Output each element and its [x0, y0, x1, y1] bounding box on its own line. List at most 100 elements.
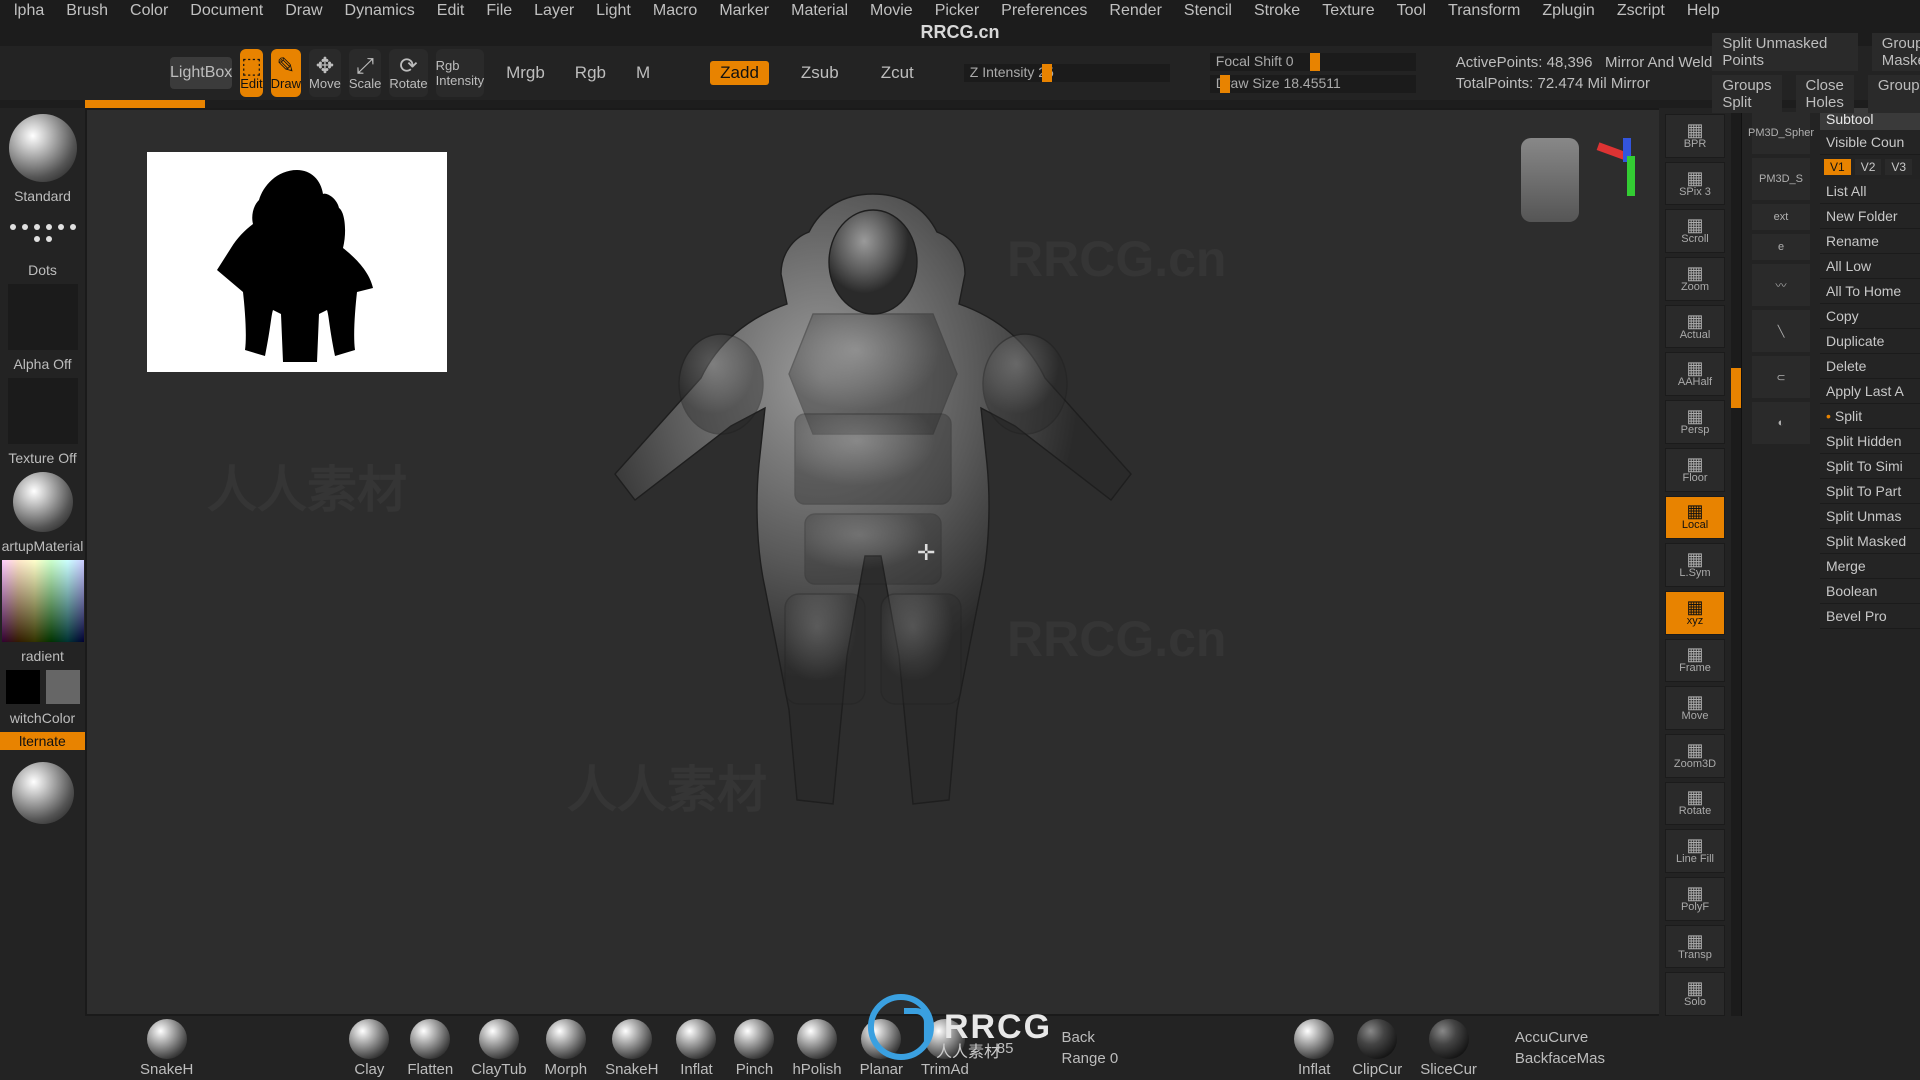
- nav-move[interactable]: ▦Move: [1665, 686, 1725, 730]
- menu-preferences[interactable]: Preferences: [1001, 2, 1087, 20]
- menu-tool[interactable]: Tool: [1397, 2, 1426, 20]
- tool-thumb-1[interactable]: PM3D_Spher: [1752, 112, 1810, 154]
- mirror-and-weld[interactable]: Mirror And Weld: [1605, 54, 1712, 71]
- menu-picker[interactable]: Picker: [935, 2, 979, 20]
- nav-solo[interactable]: ▦Solo: [1665, 972, 1725, 1016]
- menu-light[interactable]: Light: [596, 2, 631, 20]
- panel-apply-last-a[interactable]: Apply Last A: [1820, 379, 1920, 404]
- brush-pinch[interactable]: Pinch: [734, 1019, 774, 1078]
- tool-curve-1[interactable]: 〰: [1752, 264, 1810, 306]
- edit-mode-button[interactable]: ⬚Edit: [240, 49, 262, 97]
- mirror[interactable]: Mirror: [1611, 75, 1650, 92]
- zcut-button[interactable]: Zcut: [871, 61, 924, 85]
- panel-split-to-part[interactable]: Split To Part: [1820, 479, 1920, 504]
- menu-color[interactable]: Color: [130, 2, 168, 20]
- nav-floor[interactable]: ▦Floor: [1665, 448, 1725, 492]
- panel-copy[interactable]: Copy: [1820, 304, 1920, 329]
- panel-boolean[interactable]: Boolean: [1820, 579, 1920, 604]
- group-visible-button[interactable]: GroupVisible: [1868, 75, 1920, 113]
- close-holes-button[interactable]: Close Holes: [1796, 75, 1854, 113]
- menu-bar[interactable]: lphaBrushColorDocumentDrawDynamicsEditFi…: [0, 0, 1920, 20]
- brush-inflat[interactable]: Inflat: [1294, 1019, 1334, 1078]
- menu-help[interactable]: Help: [1687, 2, 1720, 20]
- alpha-thumb[interactable]: [8, 284, 78, 350]
- menu-zplugin[interactable]: Zplugin: [1542, 2, 1594, 20]
- menu-brush[interactable]: Brush: [66, 2, 108, 20]
- reference-image[interactable]: [147, 152, 447, 372]
- panel-bevel-pro[interactable]: Bevel Pro: [1820, 604, 1920, 629]
- nav-rotate[interactable]: ▦Rotate: [1665, 782, 1725, 826]
- scale-mode-button[interactable]: ⤢Scale: [349, 49, 382, 97]
- tab-v2[interactable]: V2: [1855, 159, 1882, 175]
- brush-slicecur[interactable]: SliceCur: [1420, 1019, 1477, 1078]
- texture-thumb[interactable]: [8, 378, 78, 444]
- draw-mode-button[interactable]: ✎Draw: [271, 49, 301, 97]
- lightbox-button[interactable]: LightBox: [170, 57, 232, 89]
- mrgb-button[interactable]: Mrgb: [506, 63, 545, 83]
- tool-curve-3[interactable]: ⊂: [1752, 356, 1810, 398]
- viewport[interactable]: ✛ 人人素材 RRCG.cn 人人素材 RRCG.cn: [85, 108, 1659, 1016]
- brush-thumb[interactable]: [9, 114, 77, 182]
- panel-split-hidden[interactable]: Split Hidden: [1820, 429, 1920, 454]
- tab-v3[interactable]: V3: [1885, 159, 1912, 175]
- split-unmasked-button[interactable]: Split Unmasked Points: [1712, 33, 1857, 71]
- menu-zscript[interactable]: Zscript: [1617, 2, 1665, 20]
- focal-shift-slider[interactable]: Focal Shift 0: [1210, 53, 1416, 71]
- panel-all-to-home[interactable]: All To Home: [1820, 279, 1920, 304]
- panel-merge[interactable]: Merge: [1820, 554, 1920, 579]
- gradient-label[interactable]: radient: [21, 648, 64, 664]
- menu-edit[interactable]: Edit: [437, 2, 465, 20]
- menu-dynamics[interactable]: Dynamics: [345, 2, 415, 20]
- panel-list-all[interactable]: List All: [1820, 179, 1920, 204]
- brush-clay[interactable]: Clay: [349, 1019, 389, 1078]
- m-button[interactable]: M: [636, 63, 650, 83]
- menu-draw[interactable]: Draw: [285, 2, 322, 20]
- panel-tabs[interactable]: V1V2V3: [1820, 155, 1920, 179]
- nav-persp[interactable]: ▦Persp: [1665, 400, 1725, 444]
- brush-snakeh[interactable]: SnakeH: [605, 1019, 658, 1078]
- tool-thumb-2[interactable]: PM3D_S: [1752, 158, 1810, 200]
- material-thumb[interactable]: [13, 472, 73, 532]
- tool-e[interactable]: e: [1752, 234, 1810, 260]
- menu-stencil[interactable]: Stencil: [1184, 2, 1232, 20]
- nav-line-fill[interactable]: ▦Line Fill: [1665, 829, 1725, 873]
- panel-delete[interactable]: Delete: [1820, 354, 1920, 379]
- nav-frame[interactable]: ▦Frame: [1665, 639, 1725, 683]
- brush-hpolish[interactable]: hPolish: [792, 1019, 841, 1078]
- draw-size-slider[interactable]: Draw Size 18.45511: [1210, 75, 1416, 93]
- brush-flatten[interactable]: Flatten: [407, 1019, 453, 1078]
- viewport-gizmo[interactable]: [1521, 138, 1639, 222]
- panel-new-folder[interactable]: New Folder: [1820, 204, 1920, 229]
- nav-spix-3[interactable]: ▦SPix 3: [1665, 162, 1725, 206]
- group-masked-button[interactable]: Group Masked: [1872, 33, 1920, 71]
- panel-all-low[interactable]: All Low: [1820, 254, 1920, 279]
- nav-zoom[interactable]: ▦Zoom: [1665, 257, 1725, 301]
- menu-document[interactable]: Document: [190, 2, 263, 20]
- z-intensity-slider[interactable]: Z Intensity 25: [964, 64, 1170, 82]
- menu-file[interactable]: File: [486, 2, 512, 20]
- nav-actual[interactable]: ▦Actual: [1665, 305, 1725, 349]
- rgb-button[interactable]: Rgb: [575, 63, 606, 83]
- nav-xyz[interactable]: ▦xyz: [1665, 591, 1725, 635]
- menu-marker[interactable]: Marker: [719, 2, 769, 20]
- nav-local[interactable]: ▦Local: [1665, 496, 1725, 540]
- secondary-material[interactable]: [12, 762, 74, 824]
- switch-color[interactable]: witchColor: [10, 710, 75, 726]
- alternate-button[interactable]: lternate: [0, 732, 85, 750]
- groups-split-button[interactable]: Groups Split: [1712, 75, 1781, 113]
- brush-morph[interactable]: Morph: [545, 1019, 588, 1078]
- brush-inflat[interactable]: Inflat: [676, 1019, 716, 1078]
- tab-v1[interactable]: V1: [1824, 159, 1851, 175]
- model[interactable]: [563, 174, 1183, 914]
- move-mode-button[interactable]: ✥Move: [309, 49, 341, 97]
- panel-split-to-simi[interactable]: Split To Simi: [1820, 454, 1920, 479]
- color-swatches[interactable]: [6, 670, 80, 704]
- tool-curve-2[interactable]: ╲: [1752, 310, 1810, 352]
- zsub-button[interactable]: Zsub: [791, 61, 849, 85]
- menu-movie[interactable]: Movie: [870, 2, 913, 20]
- tool-ext[interactable]: ext: [1752, 204, 1810, 230]
- nav-polyf[interactable]: ▦PolyF: [1665, 877, 1725, 921]
- panel-split[interactable]: Split: [1820, 404, 1920, 429]
- panel-split-masked[interactable]: Split Masked: [1820, 529, 1920, 554]
- brush-snakeh[interactable]: SnakeH: [140, 1019, 193, 1078]
